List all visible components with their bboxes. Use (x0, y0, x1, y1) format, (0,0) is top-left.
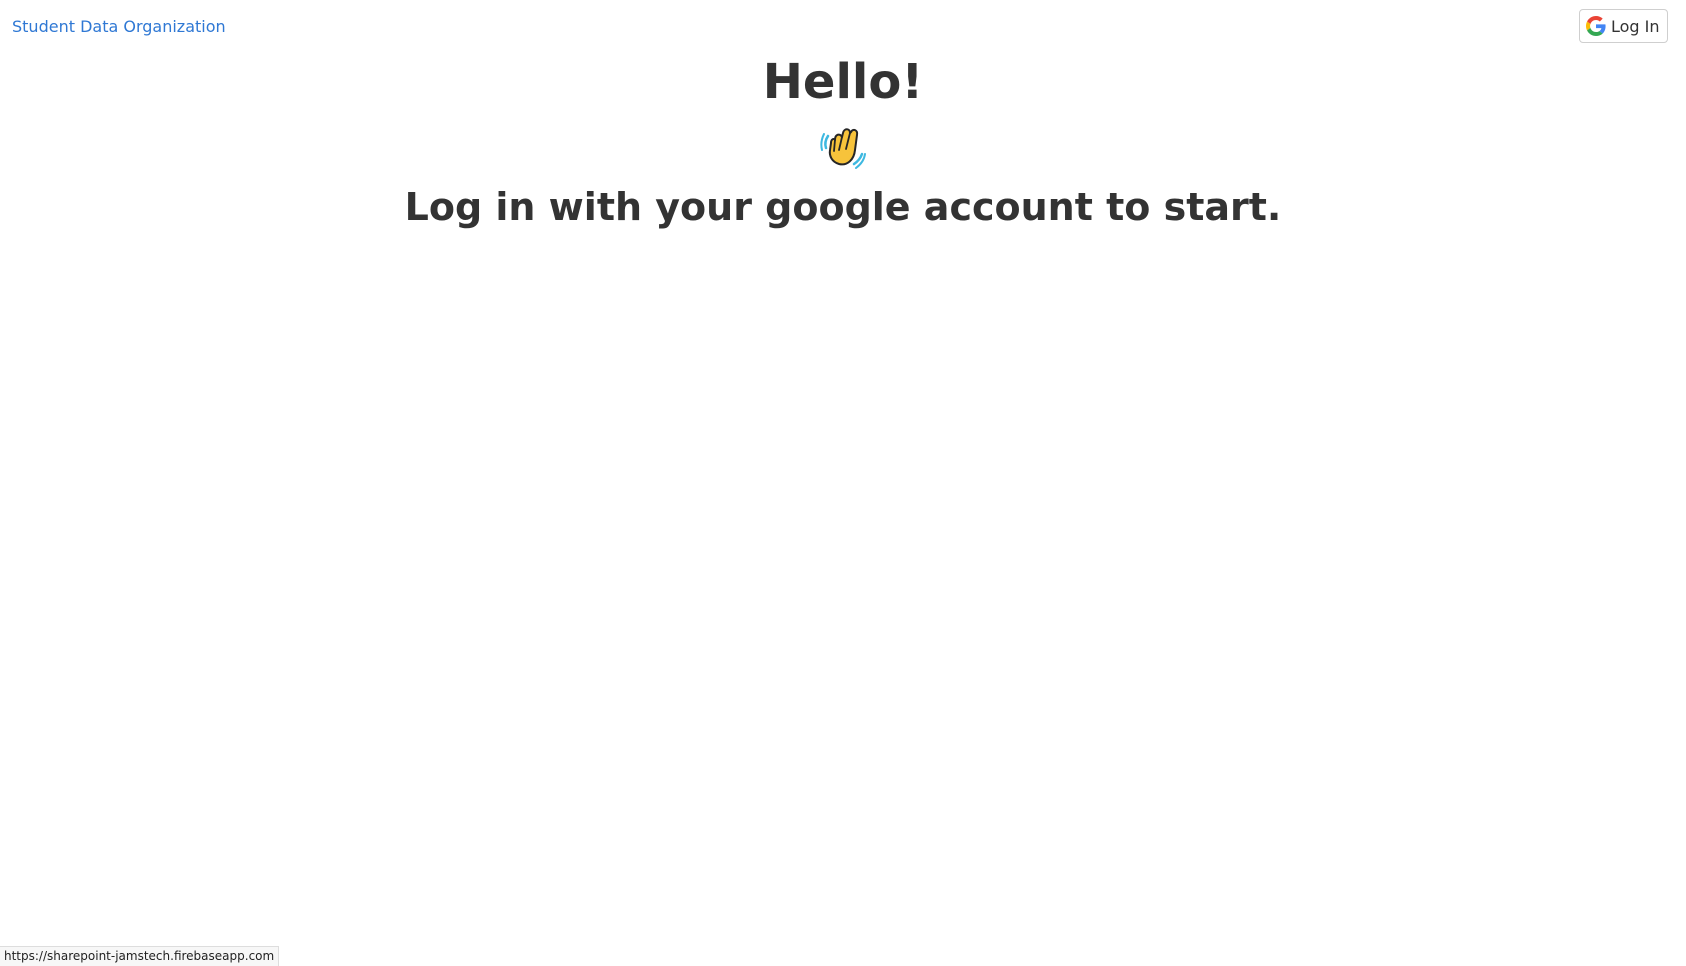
brand-link[interactable]: Student Data Organization (12, 17, 226, 36)
page: Student Data Organization Log In Hello! (0, 0, 1686, 966)
google-login-button[interactable]: Log In (1579, 9, 1668, 43)
main-content: Hello! Log in with your google account t… (0, 50, 1686, 232)
page-title: Hello! (762, 54, 924, 110)
google-icon (1586, 16, 1606, 36)
waving-hand-icon (820, 124, 866, 170)
login-label: Log In (1611, 16, 1660, 36)
status-bar-url: https://sharepoint-jamstech.firebaseapp.… (0, 946, 280, 966)
login-instruction: Log in with your google account to start… (404, 185, 1282, 229)
navbar: Student Data Organization Log In (0, 0, 1686, 56)
